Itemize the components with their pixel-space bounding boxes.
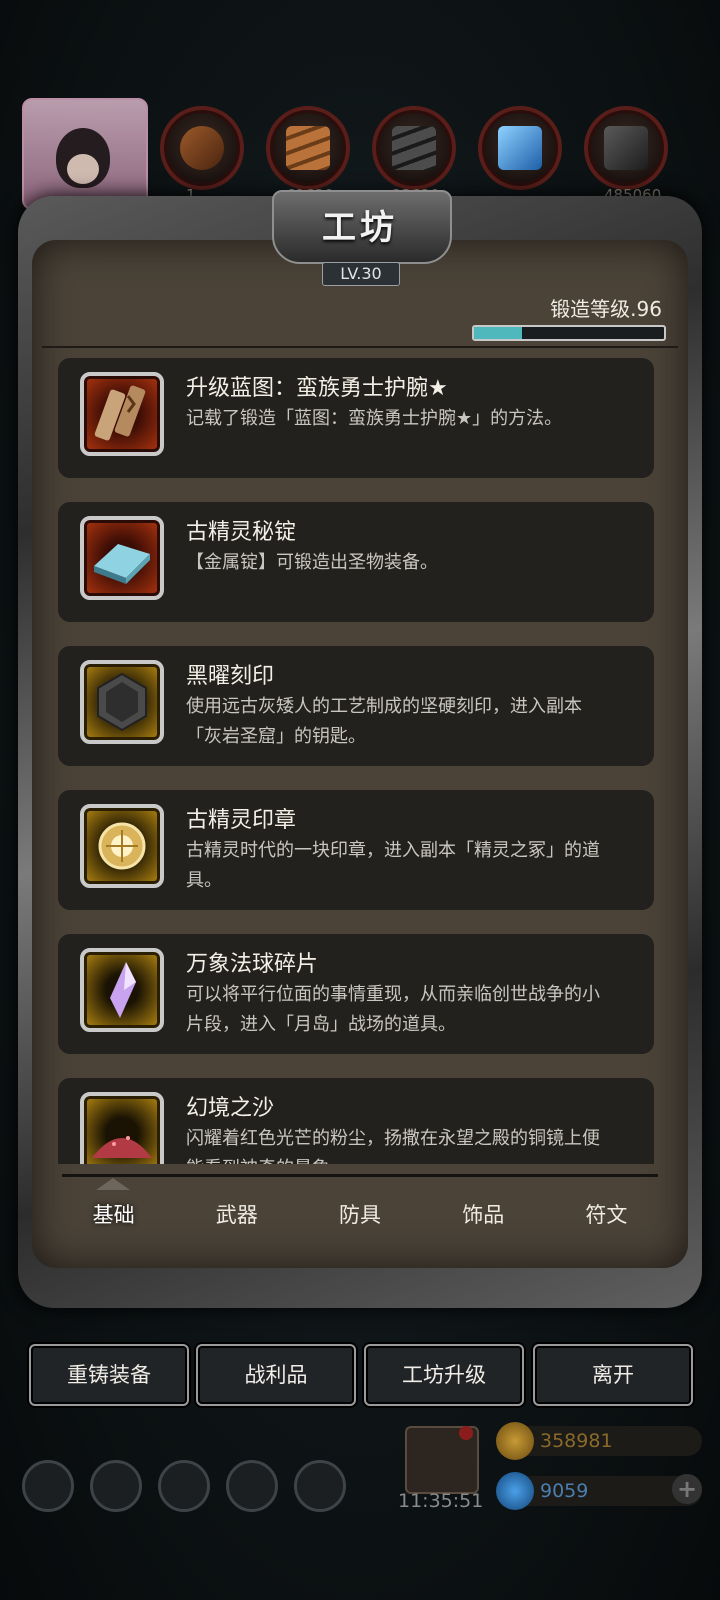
item-description: 古精灵时代的一块印章，进入副本「精灵之冢」的道具。: [186, 840, 600, 891]
star-icon[interactable]: [90, 1460, 142, 1512]
item-list[interactable]: 升级蓝图：蛮族勇士护腕★ 记载了锻造「蓝图：蛮族勇士护腕★」的方法。 古精灵秘锭…: [58, 358, 654, 1164]
item-icon-frame: [80, 372, 164, 456]
loot-button[interactable]: 战利品: [196, 1344, 356, 1406]
item-icon-frame: [80, 948, 164, 1032]
obsidian-seal-icon: [97, 672, 147, 732]
map-icon[interactable]: [158, 1460, 210, 1512]
item-name: 升级蓝图：蛮族勇士护腕★: [186, 376, 448, 401]
gold-coin-icon: [496, 1422, 534, 1460]
leave-button[interactable]: 离开: [533, 1344, 693, 1406]
orb-shard-icon: [110, 962, 136, 1018]
metal-ingot-icon: [94, 544, 150, 584]
list-item[interactable]: 古精灵印章 古精灵时代的一块印章，进入副本「精灵之冢」的道具。: [58, 790, 654, 910]
reforge-button[interactable]: 重铸装备: [29, 1344, 189, 1406]
tab-accessories[interactable]: 饰品: [422, 1184, 545, 1246]
player-avatar[interactable]: [22, 98, 148, 210]
tab-weapons[interactable]: 武器: [175, 1184, 298, 1246]
iron-resource-icon: [372, 106, 456, 190]
item-icon-frame: [80, 516, 164, 600]
item-icon-frame: [80, 660, 164, 744]
blueprint-scroll-icon: [94, 385, 146, 441]
add-gems-button[interactable]: +: [672, 1474, 702, 1504]
divider: [42, 346, 678, 348]
tab-runes[interactable]: 符文: [545, 1184, 668, 1246]
forge-level-label: 锻造等级.96: [550, 297, 662, 321]
category-tabs: 基础 武器 防具 饰品 符文: [52, 1184, 668, 1246]
wood-resource-icon: [160, 106, 244, 190]
page-title: 工坊: [322, 208, 398, 248]
item-name: 黑曜刻印: [186, 664, 275, 689]
ore-resource-icon: [584, 106, 668, 190]
clock: 11:35:51: [398, 1490, 484, 1512]
workshop-level-badge: LV.30: [322, 262, 400, 286]
list-item[interactable]: 幻境之沙 闪耀着红色光芒的粉尘，扬撒在永望之殿的铜镜上便能看到神奇的景象。: [58, 1078, 654, 1164]
crystal-resource-icon: [478, 106, 562, 190]
notification-dot: [459, 1426, 473, 1440]
forge-progress-fill: [474, 327, 522, 339]
item-name: 万象法球碎片: [186, 952, 319, 977]
item-description: 闪耀着红色光芒的粉尘，扬撒在永望之殿的铜镜上便能看到神奇的景象。: [186, 1128, 600, 1164]
item-name: 古精灵印章: [186, 808, 297, 833]
divider: [62, 1174, 658, 1177]
item-description: 记载了锻造「蓝图：蛮族勇士护腕★」的方法。: [186, 408, 563, 429]
item-icon-frame: [80, 1092, 164, 1164]
gem-icon: [496, 1472, 534, 1510]
forge-progress-bar: [472, 325, 666, 341]
plank-resource-icon: [266, 106, 350, 190]
tab-armor[interactable]: 防具: [298, 1184, 421, 1246]
item-icon-frame: [80, 804, 164, 888]
item-name: 古精灵秘锭: [186, 520, 297, 545]
red-sand-icon: [92, 1136, 152, 1158]
item-description: 可以将平行位面的事情重现，从而亲临创世战争的小片段，进入「月岛」战场的道具。: [186, 984, 600, 1035]
tab-basic[interactable]: 基础: [52, 1184, 175, 1246]
elf-seal-icon: [98, 822, 146, 870]
list-item[interactable]: 古精灵秘锭 【金属锭】可锻造出圣物装备。: [58, 502, 654, 622]
item-description: 【金属锭】可锻造出圣物装备。: [186, 552, 438, 573]
gem-value: 9059: [540, 1480, 589, 1502]
social-icon[interactable]: [294, 1460, 346, 1512]
workshop-upgrade-button[interactable]: 工坊升级: [364, 1344, 524, 1406]
settings-icon[interactable]: [22, 1460, 74, 1512]
list-item[interactable]: 万象法球碎片 可以将平行位面的事情重现，从而亲临创世战争的小片段，进入「月岛」战…: [58, 934, 654, 1054]
list-item[interactable]: 黑曜刻印 使用远古灰矮人的工艺制成的坚硬刻印，进入副本「灰岩圣窟」的钥匙。: [58, 646, 654, 766]
mail-icon[interactable]: [226, 1460, 278, 1512]
list-item[interactable]: 升级蓝图：蛮族勇士护腕★ 记载了锻造「蓝图：蛮族勇士护腕★」的方法。: [58, 358, 654, 478]
item-name: 幻境之沙: [186, 1096, 275, 1121]
gold-value: 358981: [540, 1430, 613, 1452]
item-description: 使用远古灰矮人的工艺制成的坚硬刻印，进入副本「灰岩圣窟」的钥匙。: [186, 696, 582, 747]
